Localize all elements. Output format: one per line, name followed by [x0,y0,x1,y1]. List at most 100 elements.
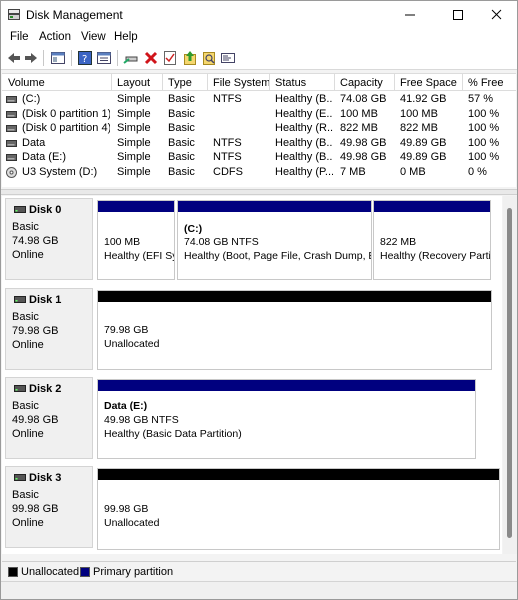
disk-map: Disk 0 Basic 74.98 GB Online 100 MB Heal… [2,196,502,554]
menu-help[interactable]: Help [114,31,138,43]
cell-capacity: 822 MB [340,122,378,134]
help-icon[interactable]: ? [77,50,93,66]
cell-status: Healthy (E... [275,107,333,120]
volume-list: Volume Layout Type File System Status Ca… [2,73,516,187]
column-header-type[interactable]: Type [168,77,192,89]
column-header-capacity[interactable]: Capacity [340,77,383,89]
column-divider[interactable] [269,74,270,91]
disk-status: Online [12,339,44,351]
column-divider[interactable] [162,74,163,91]
minimize-icon [405,14,415,16]
cell-type: Basic [168,151,195,163]
menu-view[interactable]: View [81,31,106,43]
cell-type: Basic [168,165,195,178]
cell-type: Basic [168,122,195,134]
cell-volume: (Disk 0 partition 4) [22,122,110,134]
maximize-button[interactable] [436,1,478,29]
disk-3-label[interactable]: Disk 3 Basic 99.98 GB Online [5,466,93,548]
cell-volume: (C:) [22,93,41,105]
cell-type: Basic [168,93,195,105]
column-divider[interactable] [462,74,463,91]
volume-row[interactable]: (C:) Simple Basic NTFS Healthy (B... 74.08 GB… [2,93,516,107]
partition-c[interactable]: (C:) 74.08 GB NTFS Healthy (Boot, Page F… [177,200,372,280]
close-button[interactable] [475,1,517,29]
partition-type-bar [98,380,475,391]
partition-status: Healthy (Basic Data Partition) [104,428,242,440]
partition-status: Healthy (Boot, Page File, Crash Dump, Ba… [184,250,371,262]
volume-row[interactable]: Data Simple Basic NTFS Healthy (B... 49.98 GB… [2,137,516,151]
cell-volume: Data (E:) [22,151,67,163]
partition-unallocated[interactable]: 99.98 GB Unallocated [97,468,500,550]
column-header-file-system[interactable]: File System [213,77,270,89]
cell-capacity: 74.08 GB [340,93,387,105]
disk-1-label[interactable]: Disk 1 Basic 79.98 GB Online [5,288,93,370]
partition-type-bar [178,201,371,212]
legend-swatch-unallocated [8,567,18,577]
disk-icon [14,474,26,481]
column-header-layout[interactable]: Layout [117,77,150,89]
cell-free-space: 41.92 GB [400,93,447,105]
forward-icon[interactable] [23,50,39,66]
column-header-free-space[interactable]: Free Space [400,77,457,89]
column-divider[interactable] [207,74,208,91]
volume-row[interactable]: U3 System (D:) Simple Basic CDFS Healthy (P.… [2,166,516,180]
delete-icon[interactable] [143,50,159,66]
partition-size: 79.98 GB [104,324,149,336]
toolbar-separator [117,50,118,66]
partition-status: Unallocated [104,517,160,529]
column-divider[interactable] [111,74,112,91]
menu-action[interactable]: Action [39,31,71,43]
volume-row[interactable]: (Disk 0 partition 1) Simple Basic Healthy (… [2,108,516,122]
disk-icon [14,206,26,213]
volume-row[interactable]: Data (E:) Simple Basic NTFS Healthy (B... 49.… [2,151,516,165]
partition-type-bar [98,201,174,212]
check-icon[interactable] [162,50,178,66]
column-header-percent-free[interactable]: % Free [468,77,503,89]
volume-icon [6,96,17,103]
disk-2-label[interactable]: Disk 2 Basic 49.98 GB Online [5,377,93,459]
minimize-button[interactable] [389,1,431,29]
column-divider[interactable] [394,74,395,91]
disk-name: Disk 0 [29,204,62,216]
partition-recovery[interactable]: 822 MB Healthy (Recovery Partition) [373,200,491,280]
partition-efi[interactable]: 100 MB Healthy (EFI System Partition) [97,200,175,280]
column-divider[interactable] [334,74,335,91]
disk-size: 79.98 GB [12,325,59,337]
export-icon[interactable] [182,50,198,66]
disk-status: Online [12,249,44,261]
console-icon[interactable] [220,50,236,66]
partition-size: 822 MB [380,236,417,248]
back-icon[interactable] [6,50,22,66]
cell-capacity: 100 MB [340,107,378,120]
cell-capacity: 49.98 GB [340,151,387,163]
disk-0-label[interactable]: Disk 0 Basic 74.98 GB Online [5,198,93,280]
column-header-status[interactable]: Status [275,77,306,89]
disk-status: Online [12,517,44,529]
disk-type: Basic [12,489,39,501]
connect-drive-icon[interactable] [123,50,139,66]
menu-file[interactable]: File [10,31,29,43]
column-header-volume[interactable]: Volume [8,77,45,89]
volume-row[interactable]: (Disk 0 partition 4) Simple Basic Healthy (… [2,122,516,136]
cell-volume: (Disk 0 partition 1) [22,107,110,120]
cell-capacity: 7 MB [340,165,366,178]
partition-unallocated[interactable]: 79.98 GB Unallocated [97,290,492,370]
partition-size: 49.98 GB NTFS [104,414,179,426]
scrollbar-thumb[interactable] [507,208,512,538]
cell-status: Healthy (B... [275,151,333,163]
pane-splitter[interactable] [1,189,517,195]
disk-status: Online [12,428,44,440]
partition-title: Data (E:) [104,400,148,412]
volume-icon [6,154,17,161]
cell-type: Basic [168,107,195,120]
disk-map-scrollbar[interactable] [503,196,517,554]
console-tree-icon[interactable] [50,50,66,66]
window-title: Disk Management [26,8,123,22]
legend-label-unallocated: Unallocated [21,566,80,578]
properties-view-icon[interactable] [96,50,112,66]
cell-free-space: 49.89 GB [400,136,447,149]
cell-layout: Simple [117,122,151,134]
cell-percent-free: 57 % [468,93,494,105]
rescan-icon[interactable] [201,50,217,66]
partition-data-e[interactable]: Data (E:) 49.98 GB NTFS Healthy (Basic D… [97,379,476,459]
